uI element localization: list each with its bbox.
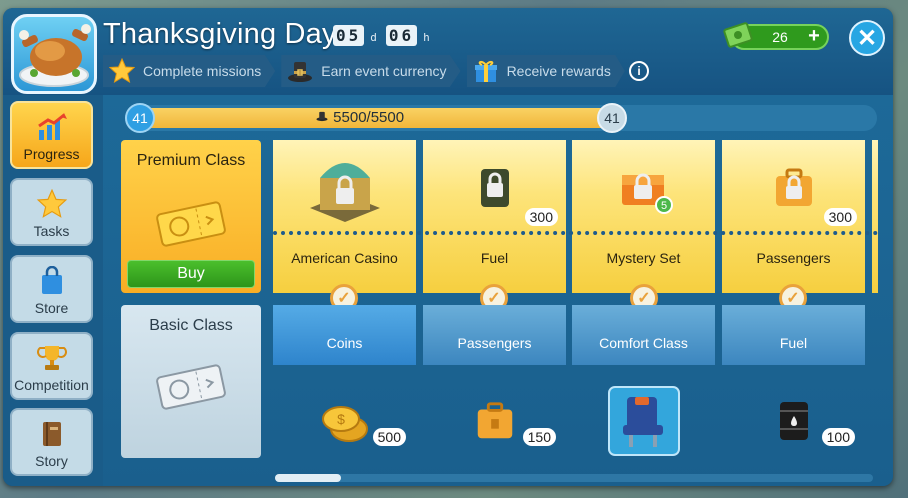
- star-icon: [36, 189, 68, 219]
- premium-reward-card[interactable]: 300 Passengers: [722, 140, 865, 293]
- premium-reward-card[interactable]: American Casino: [273, 140, 416, 293]
- sidebar: Progress Tasks Store Competition Story: [3, 95, 103, 486]
- sidebar-item-label: Tasks: [33, 223, 70, 239]
- buy-premium-button[interactable]: Buy: [127, 260, 255, 288]
- pilgrim-hat-icon: [287, 58, 313, 84]
- basic-reward-label: Comfort Class: [572, 305, 715, 365]
- step-earn-currency: Earn event currency: [281, 55, 461, 87]
- event-window: Thanksgiving Day 05 d 06 h Complete miss…: [3, 8, 893, 486]
- sidebar-item-label: Competition: [14, 377, 89, 393]
- step-complete-missions: Complete missions: [103, 55, 276, 87]
- track-dotted-line: [273, 231, 878, 235]
- step-receive-rewards: Receive rewards: [466, 55, 625, 87]
- sidebar-item-label: Store: [34, 300, 69, 316]
- timer-hours-unit: h: [423, 31, 430, 44]
- timer-days-unit: d: [370, 31, 377, 44]
- sidebar-item-label: Progress: [23, 146, 80, 162]
- svg-text:$: $: [337, 411, 345, 427]
- gift-icon: [473, 58, 499, 84]
- progress-value: 5500/5500: [333, 109, 405, 126]
- scrollbar-thumb[interactable]: [275, 474, 341, 482]
- premium-reward-card-partial: [872, 140, 878, 293]
- reward-name: Fuel: [779, 335, 808, 351]
- premium-class-label: Premium Class: [136, 152, 246, 169]
- horizontal-scrollbar[interactable]: [275, 474, 873, 482]
- mystery-badge: 5: [660, 200, 666, 212]
- silver-ticket-icon: [153, 363, 229, 411]
- level-left-badge: 41: [125, 103, 155, 133]
- basic-reward-item[interactable]: 100: [722, 380, 865, 460]
- currency-counter[interactable]: 26 +: [723, 22, 829, 50]
- reward-qty: 500: [372, 428, 406, 446]
- mystery-chest-icon: 5: [572, 148, 715, 228]
- reward-name: Fuel: [480, 250, 509, 266]
- step-label: Earn event currency: [321, 63, 447, 79]
- basic-reward-item[interactable]: [572, 380, 715, 460]
- rewards-track: American Casino 300 Fuel 5 Mystery Set 3: [273, 140, 878, 470]
- basic-reward-item[interactable]: $ 500: [273, 380, 416, 460]
- close-button[interactable]: ✕: [849, 20, 885, 56]
- step-label: Receive rewards: [506, 63, 611, 79]
- airplane-seat-icon: [572, 386, 715, 456]
- basic-reward-label: Coins: [273, 305, 416, 365]
- currency-amount: 26: [772, 29, 788, 45]
- reward-name: Comfort Class: [599, 335, 688, 351]
- casino-building-icon: [273, 148, 416, 228]
- reward-qty: 300: [524, 208, 558, 226]
- sidebar-item-label: Story: [35, 453, 68, 469]
- basic-reward-label: Passengers: [423, 305, 566, 365]
- reward-qty: 150: [522, 428, 556, 446]
- header: Thanksgiving Day 05 d 06 h Complete miss…: [3, 8, 893, 95]
- event-title: Thanksgiving Day: [103, 18, 337, 50]
- reward-qty: 300: [823, 208, 857, 226]
- timer-days: 05: [333, 25, 365, 46]
- reward-qty: 100: [821, 428, 855, 446]
- star-icon: [109, 58, 135, 84]
- progress-text: 5500/5500: [315, 109, 404, 126]
- turkey-icon: [11, 14, 97, 94]
- premium-reward-card[interactable]: 300 Fuel: [423, 140, 566, 293]
- reward-name: Passengers: [457, 335, 532, 351]
- pilgrim-hat-icon: [315, 109, 333, 126]
- gold-ticket-icon: [153, 200, 229, 248]
- cash-icon: [723, 20, 753, 52]
- sidebar-item-story[interactable]: Story: [10, 408, 93, 476]
- basic-class-panel: Basic Class: [121, 305, 261, 458]
- sidebar-item-store[interactable]: Store: [10, 255, 93, 323]
- info-button[interactable]: i: [629, 61, 649, 81]
- reward-name: Coins: [326, 335, 363, 351]
- reward-name: Passengers: [756, 250, 831, 266]
- premium-reward-card[interactable]: 5 Mystery Set: [572, 140, 715, 293]
- book-icon: [36, 419, 68, 449]
- sidebar-item-competition[interactable]: Competition: [10, 332, 93, 400]
- level-right-badge: 41: [597, 103, 627, 133]
- trophy-icon: [36, 343, 68, 373]
- event-timer: 05 d 06 h: [333, 25, 436, 46]
- timer-hours: 06: [385, 25, 418, 46]
- basic-reward-label: Fuel: [722, 305, 865, 365]
- event-steps: Complete missions Earn event currency Re…: [103, 55, 625, 87]
- premium-class-panel: Premium Class Buy: [121, 140, 261, 293]
- add-currency-icon[interactable]: +: [805, 26, 823, 46]
- basic-reward-item[interactable]: 150: [423, 380, 566, 460]
- step-label: Complete missions: [143, 63, 262, 79]
- shopping-bag-icon: [36, 266, 68, 296]
- progress-panel: 41 41 5500/5500 Premium Class Buy Basic …: [103, 95, 893, 486]
- event-progress-bar: 41 41 5500/5500: [125, 103, 877, 133]
- reward-name: Mystery Set: [606, 250, 681, 266]
- basic-class-label: Basic Class: [149, 317, 233, 334]
- reward-name: American Casino: [291, 250, 398, 266]
- sidebar-item-progress[interactable]: Progress: [10, 101, 93, 169]
- sidebar-item-tasks[interactable]: Tasks: [10, 178, 93, 246]
- chart-up-icon: [36, 112, 68, 142]
